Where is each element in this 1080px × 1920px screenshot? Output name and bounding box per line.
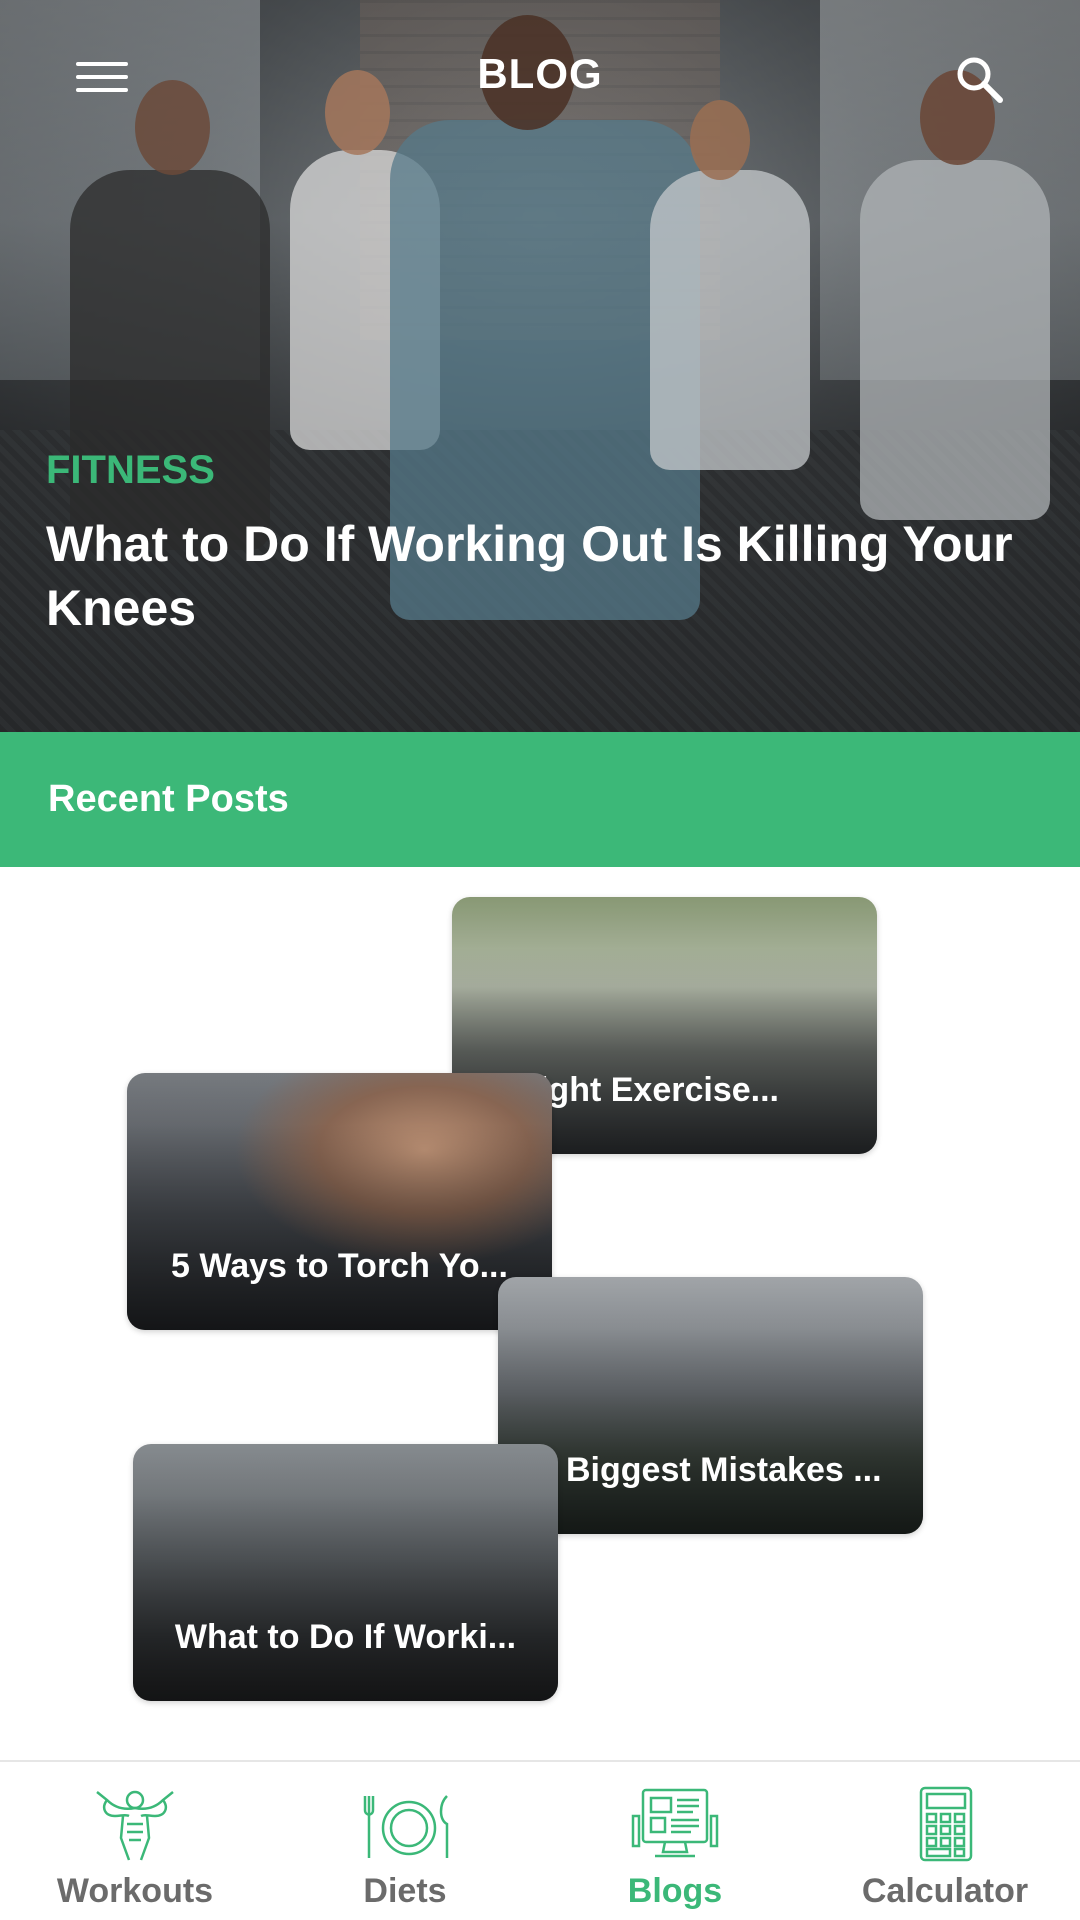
post-card[interactable]: What to Do If Worki... (133, 1444, 558, 1701)
post-card-title: Biggest Mistakes ... (566, 1451, 882, 1489)
hero-person (70, 170, 270, 550)
hero-person-head (690, 100, 750, 180)
featured-title[interactable]: What to Do If Working Out Is Killing You… (46, 512, 1036, 640)
hero-person (650, 170, 810, 470)
bottom-navigation: Workouts Diets Blogs Calculator (0, 1760, 1080, 1920)
page-title: BLOG (477, 50, 603, 97)
blog-monitor-icon (631, 1788, 719, 1858)
search-icon (957, 57, 1003, 103)
post-card[interactable]: Biggest Mistakes ... (498, 1277, 923, 1534)
section-title: Recent Posts (48, 778, 289, 820)
nav-label: Blogs (627, 1872, 723, 1910)
nav-label: Calculator (861, 1872, 1029, 1910)
post-thumbnail-overlay (498, 1277, 923, 1534)
nav-tab-blogs[interactable]: Blogs (540, 1762, 810, 1920)
nav-label: Workouts (56, 1872, 214, 1910)
recent-posts-header: Recent Posts (0, 732, 1080, 867)
featured-post-hero[interactable]: BLOG FITNESS What to Do If Working Out I… (0, 0, 1080, 732)
featured-category[interactable]: FITNESS (46, 448, 215, 493)
hero-person (860, 160, 1050, 520)
calculator-icon (919, 1786, 973, 1862)
bodybuilder-icon (96, 1790, 174, 1861)
nav-label: Diets (363, 1872, 447, 1910)
post-thumbnail-overlay (133, 1444, 558, 1701)
post-card-title: What to Do If Worki... (174, 1618, 517, 1656)
post-card[interactable]: 5 Ways to Torch Yo... (127, 1073, 552, 1330)
post-thumbnail-overlay (127, 1073, 552, 1330)
search-button[interactable] (952, 52, 1008, 108)
post-card-title: 5 Ways to Torch Yo... (171, 1247, 508, 1285)
nav-tab-calculator[interactable]: Calculator (810, 1762, 1080, 1920)
nav-tab-workouts[interactable]: Workouts (0, 1762, 270, 1920)
nav-tab-diets[interactable]: Diets (270, 1762, 540, 1920)
plate-cutlery-icon (363, 1795, 449, 1858)
